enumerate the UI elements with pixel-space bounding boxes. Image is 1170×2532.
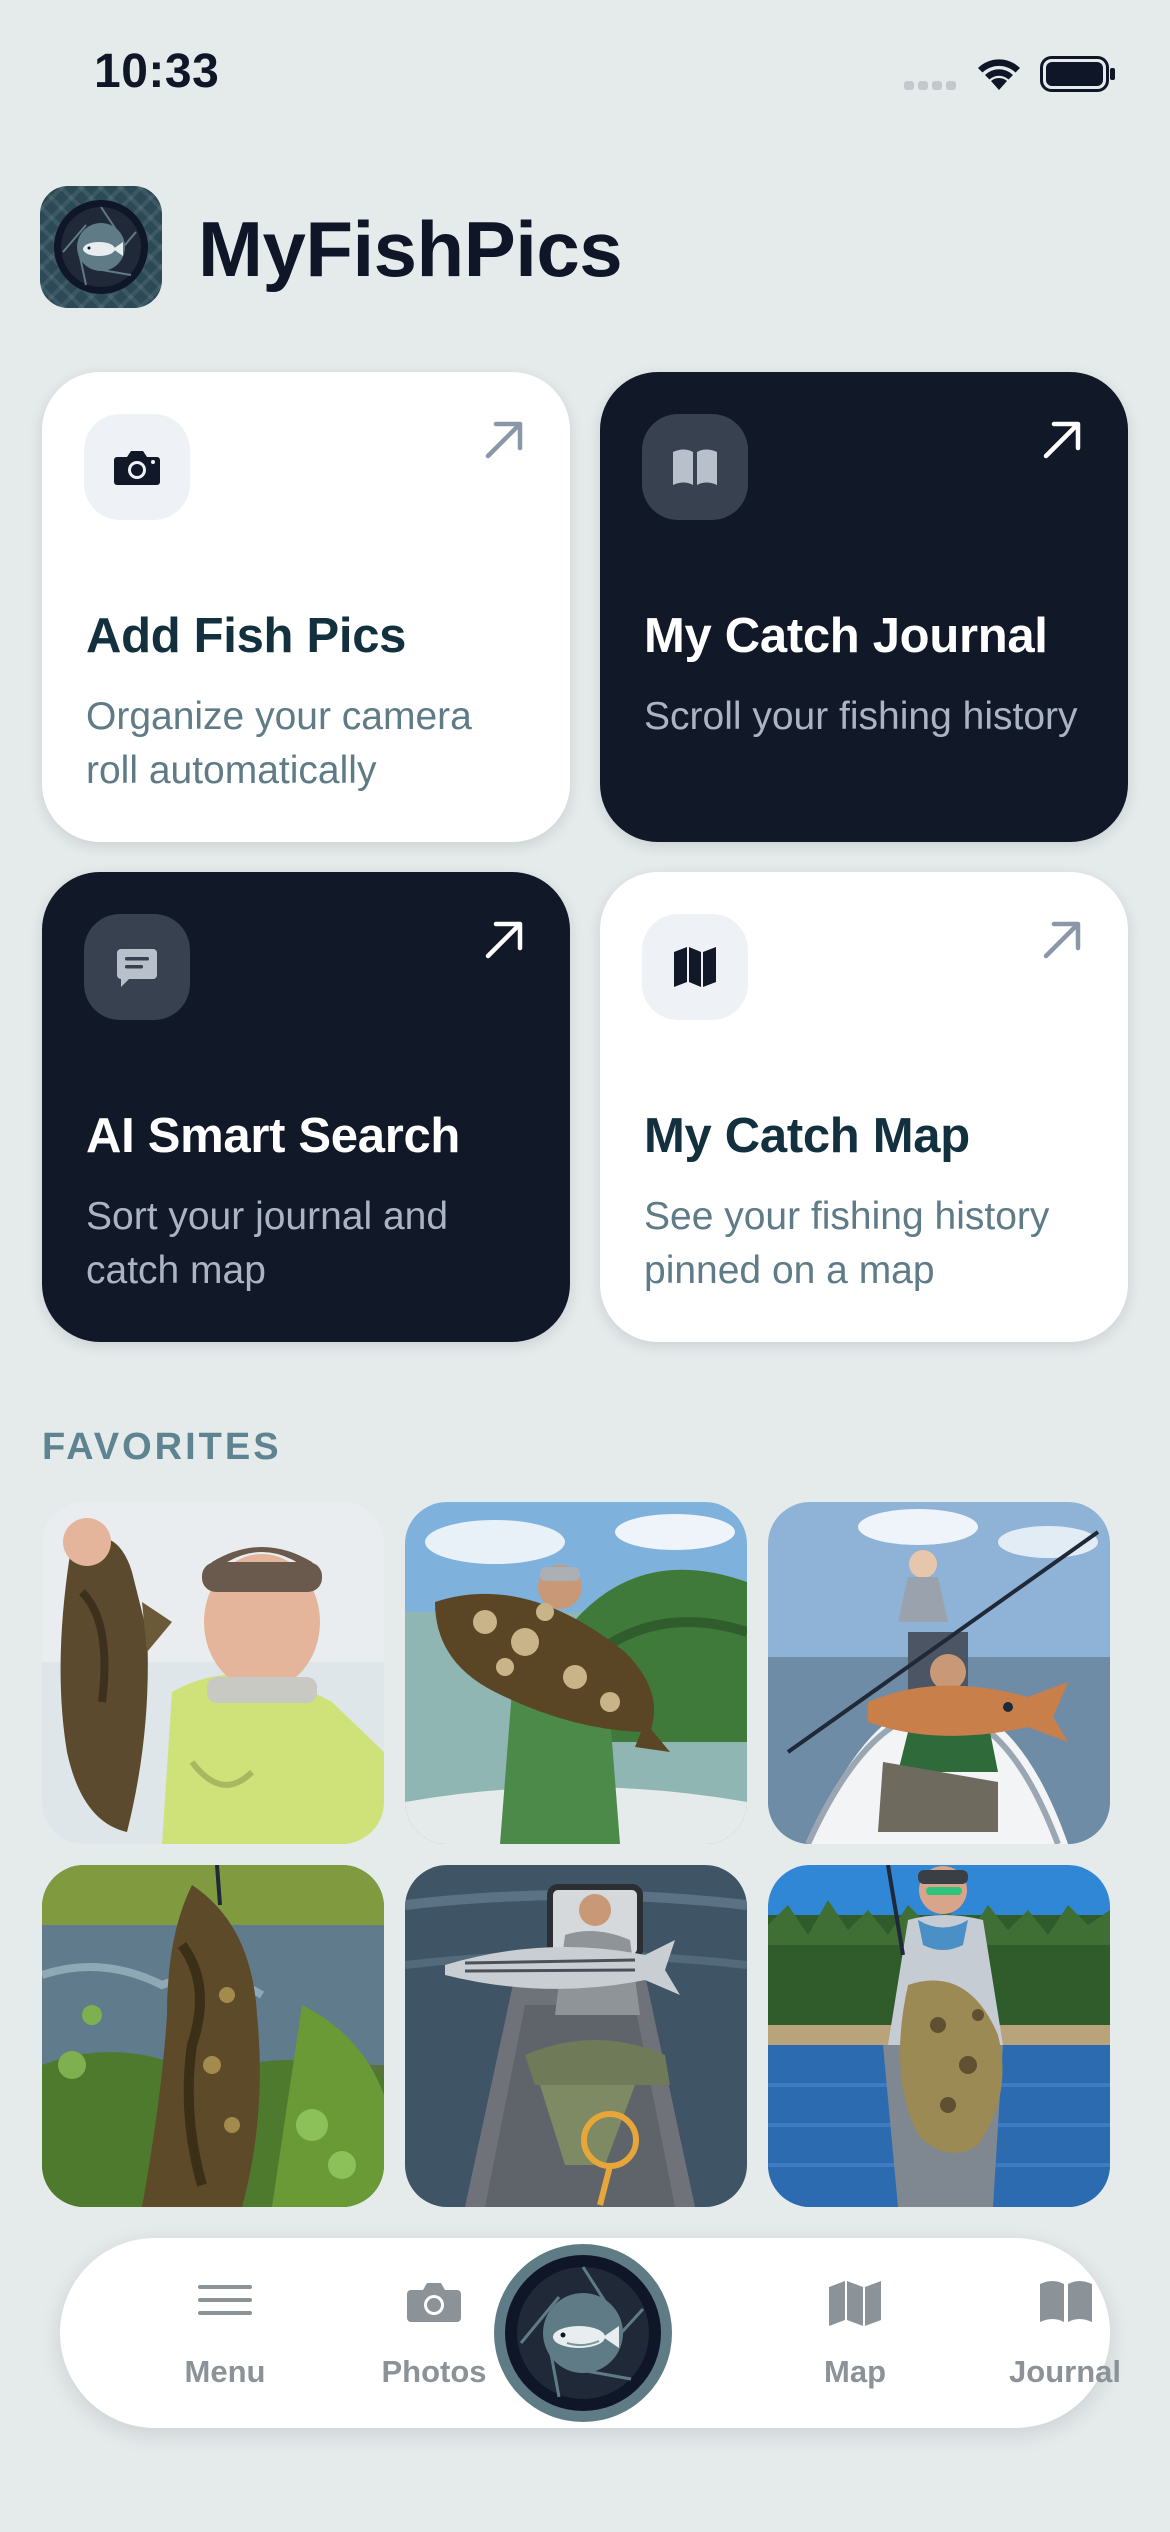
status-bar: 10:33 [0,0,1170,150]
card-title: AI Smart Search [86,1109,461,1163]
app-title: MyFishPics [198,205,623,293]
arrow-up-right-icon [1043,921,1081,959]
tab-label: Journal [1009,2354,1121,2389]
tab-label: Menu [184,2354,266,2389]
book-icon [1040,2281,1092,2322]
camera-icon [114,451,160,485]
arrow-up-right-icon [485,421,523,459]
my-catch-map-card[interactable]: My Catch Map See your fishing history pi… [600,872,1128,1342]
tab-menu[interactable]: Menu [140,2238,310,2428]
fish-camera-logo-icon [505,2255,661,2411]
menu-icon [198,2285,252,2315]
chat-icon [117,949,157,987]
favorite-photo-striper[interactable] [405,1865,747,2207]
card-subtitle: Sort your journal and catch map [86,1195,449,1292]
card-subtitle: See your fishing history pinned on a map [644,1195,1050,1292]
arrow-up-right-icon [1043,421,1081,459]
card-title: My Catch Map [644,1109,970,1163]
status-time: 10:33 [94,45,220,98]
card-title: Add Fish Pics [86,609,407,663]
tab-map[interactable]: Map [770,2238,940,2428]
tab-journal[interactable]: Journal [980,2238,1150,2428]
favorite-photo-snakehead[interactable] [42,1865,384,2207]
card-subtitle: Scroll your fishing history [644,695,1078,738]
fish-camera-logo-icon [40,186,162,308]
my-catch-journal-card[interactable]: My Catch Journal Scroll your fishing his… [600,372,1128,842]
favorite-photo-bass[interactable] [42,1502,384,1844]
center-capture-button[interactable] [494,2244,672,2422]
signal-icon [904,81,956,90]
battery-icon [1040,56,1115,92]
card-subtitle: Organize your camera roll automatically [86,695,472,792]
favorite-photo-grouper[interactable] [405,1502,747,1844]
book-icon-badge [642,414,748,520]
chat-icon-badge [84,914,190,1020]
ai-smart-search-card[interactable]: AI Smart Search Sort your journal and ca… [42,872,570,1342]
card-title: My Catch Journal [644,609,1048,663]
add-fish-pics-card[interactable]: Add Fish Pics Organize your camera roll … [42,372,570,842]
map-icon [829,2281,881,2326]
camera-icon-badge [84,414,190,520]
tab-label: Photos [381,2354,487,2389]
wifi-icon [978,59,1020,90]
tab-label: Map [824,2354,886,2389]
map-icon [674,947,716,987]
favorite-photo-redfish[interactable] [768,1502,1110,1844]
favorites-section-label: FAVORITES [42,1426,282,1468]
favorite-photo-flounder[interactable] [768,1865,1110,2207]
arrow-up-right-icon [485,921,523,959]
camera-icon [407,2283,461,2322]
app-header: MyFishPics [40,186,1040,310]
bottom-tab-bar: Menu Photos Map Journal [60,2238,1121,2428]
map-icon-badge [642,914,748,1020]
book-icon [673,449,717,485]
